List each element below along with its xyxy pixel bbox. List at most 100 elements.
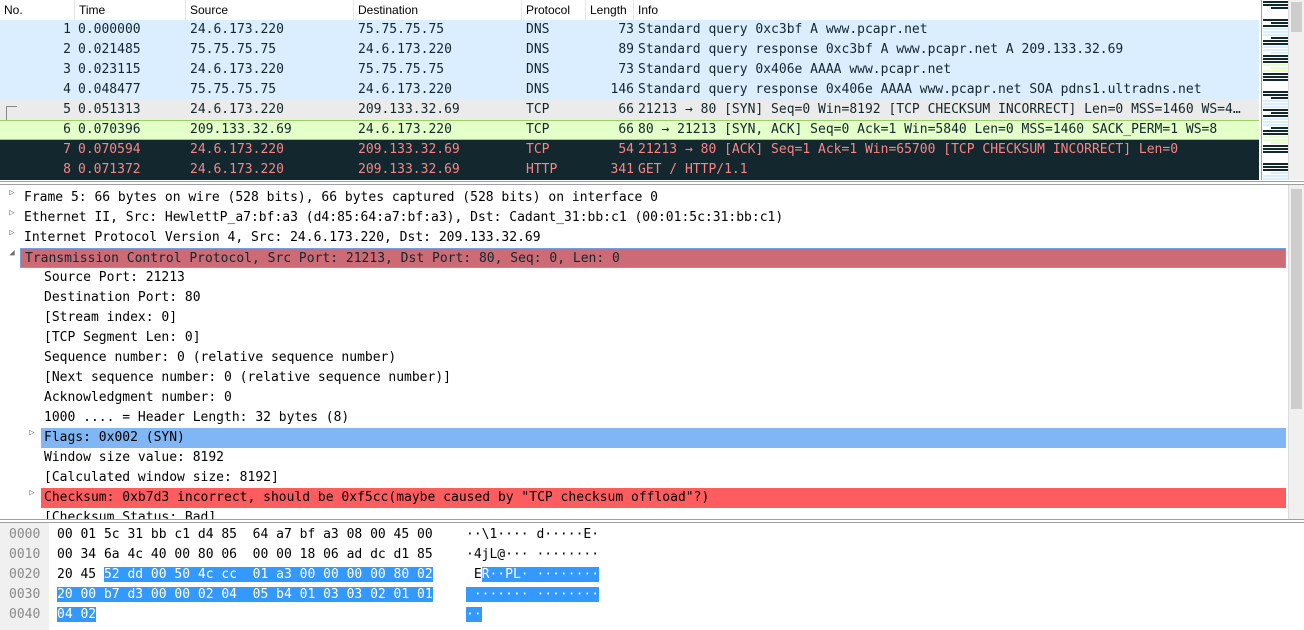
column-header-length[interactable]: Length bbox=[586, 0, 634, 20]
packet-cell-info: Standard query 0xc3bf A www.pcapr.net bbox=[638, 22, 928, 37]
ascii-plain[interactable]: E bbox=[466, 567, 482, 582]
detail-flags-row[interactable]: Flags: 0x002 (SYN) bbox=[41, 428, 1286, 448]
column-header-info[interactable]: Info bbox=[634, 0, 1259, 20]
bytes-row: 0040 04 02 ·· bbox=[0, 605, 1304, 625]
detail-checksum-row[interactable]: Checksum: 0xb7d3 incorrect, should be 0x… bbox=[41, 488, 1286, 508]
hex-selected[interactable]: 20 00 b7 d3 00 00 02 04 05 b4 01 03 03 0… bbox=[57, 587, 433, 602]
tree-collapse-arrow-icon[interactable]: ◢ bbox=[6, 248, 18, 268]
packet-rows: 1 0.000000 24.6.173.220 75.75.75.75 DNS 73 Sta… bbox=[0, 20, 1259, 180]
detail-field[interactable]: [Checksum Status: Bad] bbox=[44, 508, 216, 519]
packet-cell-dst: 24.6.173.220 bbox=[358, 42, 452, 57]
packet-minimap[interactable] bbox=[1261, 0, 1289, 180]
packet-cell-proto: DNS bbox=[526, 82, 550, 97]
packet-row[interactable]: 4 0.048477 75.75.75.75 24.6.173.220 DNS 146 St… bbox=[0, 80, 1259, 100]
column-header-destination[interactable]: Destination bbox=[354, 0, 522, 20]
packet-cell-dst: 75.75.75.75 bbox=[358, 22, 445, 37]
packet-cell-src: 24.6.173.220 bbox=[190, 142, 284, 157]
packet-cell-len: 73 bbox=[618, 62, 634, 77]
ascii-bytes[interactable]: ··\1···· d·····E· bbox=[466, 525, 599, 545]
packet-cell-len: 73 bbox=[618, 22, 634, 37]
detail-field[interactable]: Acknowledgment number: 0 bbox=[44, 388, 232, 408]
detail-field[interactable]: Sequence number: 0 (relative sequence nu… bbox=[44, 348, 396, 368]
packet-cell-no: 3 bbox=[63, 62, 71, 77]
ascii-bytes[interactable]: ER··PL· ········ bbox=[466, 565, 600, 585]
packet-cell-time: 0.021485 bbox=[78, 42, 141, 57]
detail-layer-row[interactable]: Frame 5: 66 bytes on wire (528 bits), 66… bbox=[24, 188, 658, 208]
detail-field[interactable]: [Next sequence number: 0 (relative seque… bbox=[44, 368, 451, 388]
byte-offset: 0020 bbox=[9, 567, 41, 582]
tree-expand-arrow-icon[interactable]: ▷ bbox=[26, 428, 38, 448]
packet-cell-proto: HTTP bbox=[526, 162, 558, 177]
packet-row[interactable]: 5 0.051313 24.6.173.220 209.133.32.69 TCP 66 2… bbox=[0, 100, 1259, 120]
hex-bytes[interactable]: 20 00 b7 d3 00 00 02 04 05 b4 01 03 03 0… bbox=[57, 585, 433, 605]
column-header-time[interactable]: Time bbox=[75, 0, 186, 20]
hex-plain[interactable]: 20 45 bbox=[57, 567, 104, 582]
packet-cell-dst: 24.6.173.220 bbox=[358, 122, 452, 137]
tree-expand-arrow-icon[interactable]: ▷ bbox=[6, 188, 18, 208]
ascii-plain[interactable]: ··\1···· d·····E· bbox=[466, 527, 599, 542]
column-header-source[interactable]: Source bbox=[186, 0, 354, 20]
hex-bytes[interactable]: 20 45 52 dd 00 50 4c cc 01 a3 00 00 00 0… bbox=[57, 565, 433, 585]
packet-cell-time: 0.000000 bbox=[78, 22, 141, 37]
ascii-selected[interactable]: ······· ········ bbox=[466, 587, 600, 602]
packet-row[interactable]: 8 0.071372 24.6.173.220 209.133.32.69 HTTP 34… bbox=[0, 160, 1259, 180]
hex-plain[interactable]: 00 01 5c 31 bb c1 d4 85 64 a7 bf a3 08 0… bbox=[57, 527, 433, 542]
details-scroll-thumb[interactable] bbox=[1291, 189, 1302, 409]
packet-cell-no: 1 bbox=[63, 22, 71, 37]
ascii-bytes[interactable]: ·· bbox=[466, 605, 482, 625]
bytes-row: 0020 20 45 52 dd 00 50 4c cc 01 a3 00 00 … bbox=[0, 565, 1304, 585]
detail-layer-row[interactable]: Ethernet II, Src: HewlettP_a7:bf:a3 (d4:… bbox=[24, 208, 783, 228]
packet-cell-dst: 24.6.173.220 bbox=[358, 82, 452, 97]
packet-row[interactable]: 3 0.023115 24.6.173.220 75.75.75.75 DNS 73 Sta… bbox=[0, 60, 1259, 80]
packet-row[interactable]: 7 0.070594 24.6.173.220 209.133.32.69 TCP 54 2… bbox=[0, 140, 1259, 160]
packet-cell-time: 0.048477 bbox=[78, 82, 141, 97]
detail-layer-tcp[interactable]: Transmission Control Protocol, Src Port:… bbox=[20, 248, 1286, 268]
packet-cell-proto: DNS bbox=[526, 42, 550, 57]
detail-field[interactable]: 1000 .... = Header Length: 32 bytes (8) bbox=[44, 408, 349, 428]
packet-row[interactable]: 6 0.070396 209.133.32.69 24.6.173.220 TCP 66 8… bbox=[0, 120, 1259, 140]
hex-bytes[interactable]: 00 01 5c 31 bb c1 d4 85 64 a7 bf a3 08 0… bbox=[57, 525, 433, 545]
packet-row[interactable]: 2 0.021485 75.75.75.75 24.6.173.220 DNS 89 Sta… bbox=[0, 40, 1259, 60]
detail-field[interactable]: [Stream index: 0] bbox=[44, 308, 177, 328]
packet-cell-len: 66 bbox=[618, 102, 634, 117]
packet-list-header: No. Time Source Destination Protocol Len… bbox=[0, 0, 1259, 21]
details-scrollbar[interactable] bbox=[1288, 185, 1304, 519]
hex-plain[interactable]: 00 34 6a 4c 40 00 80 06 00 00 18 06 ad d… bbox=[57, 547, 433, 562]
ascii-plain[interactable]: ·4jL@··· ········ bbox=[466, 547, 599, 562]
tree-expand-arrow-icon[interactable]: ▷ bbox=[26, 488, 38, 508]
byte-offset: 0010 bbox=[9, 547, 41, 562]
packet-cell-info: Standard query response 0x406e AAAA www.… bbox=[638, 82, 1202, 97]
column-header-protocol[interactable]: Protocol bbox=[522, 0, 586, 20]
packet-cell-proto: DNS bbox=[526, 62, 550, 77]
packet-row[interactable]: 1 0.000000 24.6.173.220 75.75.75.75 DNS 73 Sta… bbox=[0, 20, 1259, 40]
detail-layer-row[interactable]: Internet Protocol Version 4, Src: 24.6.1… bbox=[24, 228, 541, 248]
detail-field[interactable]: [Calculated window size: 8192] bbox=[44, 468, 279, 488]
hex-selected[interactable]: 04 02 bbox=[57, 607, 97, 622]
packet-cell-info: GET / HTTP/1.1 bbox=[638, 162, 748, 177]
detail-field[interactable]: Source Port: 21213 bbox=[44, 268, 185, 288]
ascii-selected[interactable]: R··PL· ········ bbox=[481, 567, 600, 582]
detail-field[interactable]: [TCP Segment Len: 0] bbox=[44, 328, 201, 348]
ascii-selected[interactable]: ·· bbox=[466, 607, 482, 622]
packet-cell-no: 7 bbox=[63, 142, 71, 157]
tree-expand-arrow-icon[interactable]: ▷ bbox=[6, 208, 18, 228]
ascii-bytes[interactable]: ·4jL@··· ········ bbox=[466, 545, 599, 565]
ascii-bytes[interactable]: ······· ········ bbox=[466, 585, 600, 605]
column-header-no[interactable]: No. bbox=[0, 0, 75, 20]
hex-bytes[interactable]: 04 02 bbox=[57, 605, 97, 625]
packet-details-pane[interactable]: ▷ Frame 5: 66 bytes on wire (528 bits), 6… bbox=[0, 184, 1304, 520]
detail-field[interactable]: Window size value: 8192 bbox=[44, 448, 224, 468]
detail-field[interactable]: Destination Port: 80 bbox=[44, 288, 201, 308]
packet-cell-src: 24.6.173.220 bbox=[190, 62, 284, 77]
packet-list-scroll-thumb[interactable] bbox=[1291, 2, 1302, 32]
packet-cell-proto: TCP bbox=[526, 102, 550, 117]
packet-bytes-pane[interactable]: 0000 00 01 5c 31 bb c1 d4 85 64 a7 bf a3 … bbox=[0, 522, 1304, 630]
hex-selected[interactable]: 52 dd 00 50 4c cc 01 a3 00 00 00 00 80 0… bbox=[103, 567, 433, 582]
tree-expand-arrow-icon[interactable]: ▷ bbox=[6, 228, 18, 248]
packet-cell-len: 54 bbox=[618, 142, 634, 157]
packet-cell-src: 24.6.173.220 bbox=[190, 162, 284, 177]
packet-cell-dst: 209.133.32.69 bbox=[358, 102, 460, 117]
packet-list-pane[interactable]: No. Time Source Destination Protocol Len… bbox=[0, 0, 1304, 182]
hex-bytes[interactable]: 00 34 6a 4c 40 00 80 06 00 00 18 06 ad d… bbox=[57, 545, 433, 565]
packet-list-scrollbar[interactable] bbox=[1288, 0, 1304, 180]
